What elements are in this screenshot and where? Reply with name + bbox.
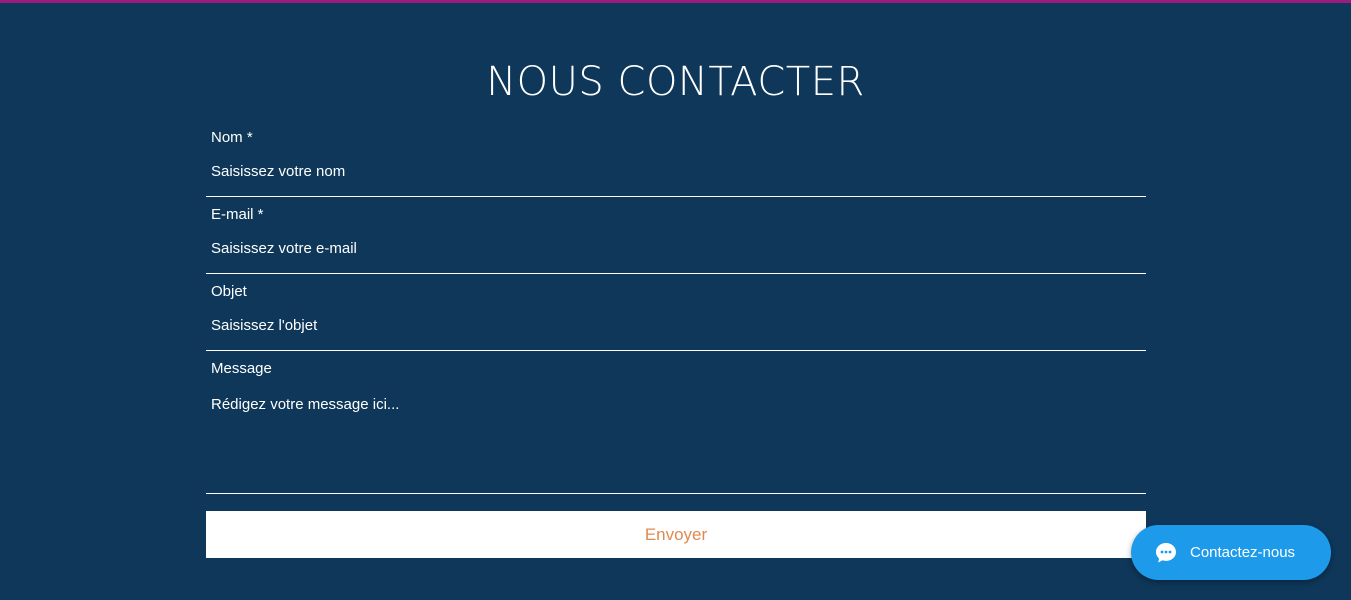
name-field-group: Nom * <box>206 129 1146 197</box>
page-title: NOUS CONTACTER <box>486 59 865 105</box>
chat-widget-button[interactable]: Contactez-nous <box>1131 525 1331 580</box>
subject-field-label: Objet <box>211 283 247 300</box>
name-field-label: Nom * <box>211 129 253 146</box>
submit-button[interactable]: Envoyer <box>206 511 1146 558</box>
message-field-group: Message <box>206 360 1146 496</box>
email-input[interactable] <box>206 234 1146 262</box>
message-textarea[interactable] <box>206 396 1146 496</box>
subject-field-group: Objet <box>206 283 1146 351</box>
chat-widget-label: Contactez-nous <box>1190 544 1296 561</box>
name-input[interactable] <box>206 157 1146 185</box>
email-field-group: E-mail * <box>206 206 1146 274</box>
message-field-label: Message <box>211 360 272 377</box>
subject-input[interactable] <box>206 311 1146 339</box>
top-accent-strip <box>0 0 1351 3</box>
email-field-label: E-mail * <box>211 206 264 223</box>
chat-bubble-icon <box>1154 541 1178 565</box>
